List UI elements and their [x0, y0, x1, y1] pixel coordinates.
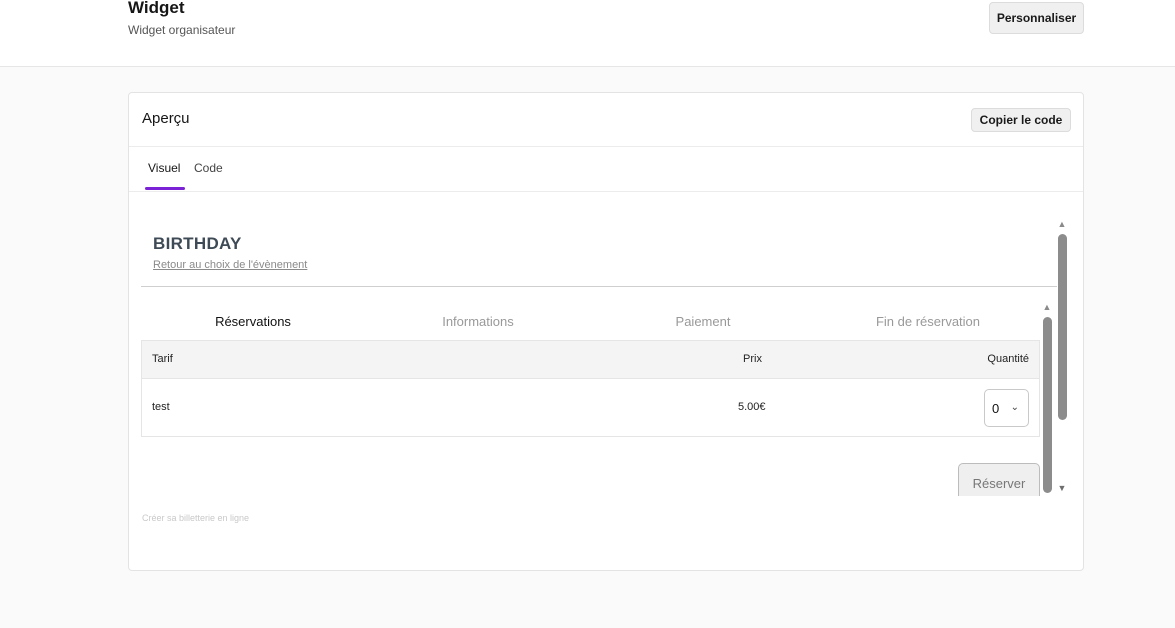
divider — [141, 286, 1057, 287]
card-title: Aperçu — [142, 110, 190, 127]
triangle-up-icon[interactable]: ▲ — [1042, 302, 1052, 312]
page-title: Widget — [128, 0, 185, 17]
preview-card: Aperçu Copier le code Visuel Code BIRTHD… — [128, 92, 1084, 571]
tariff-table: Tarif Prix Quantité test 5.00€ 0 ⌄ — [141, 340, 1040, 437]
page-subtitle: Widget organisateur — [128, 23, 236, 37]
step-paiement: Paiement — [675, 314, 731, 329]
tab-code[interactable]: Code — [194, 161, 223, 175]
tab-visuel[interactable]: Visuel — [148, 161, 180, 175]
step-informations: Informations — [442, 314, 514, 329]
active-tab-indicator — [145, 187, 185, 190]
back-to-events-link[interactable]: Retour au choix de l'évènement — [153, 259, 307, 271]
triangle-up-icon[interactable]: ▲ — [1057, 219, 1067, 229]
step-reservations: Réservations — [215, 314, 291, 329]
column-header-quantite: Quantité — [987, 353, 1029, 365]
row-tariff-price: 5.00€ — [738, 401, 766, 413]
quantity-value: 0 — [992, 401, 1000, 416]
inner-scrollbar-thumb[interactable] — [1043, 317, 1052, 493]
reserve-button[interactable]: Réserver — [958, 463, 1040, 496]
tab-bar: Visuel Code — [129, 147, 1083, 192]
row-tariff-name: test — [152, 401, 170, 413]
event-title: BIRTHDAY — [153, 234, 242, 253]
widget-preview-frame: BIRTHDAY Retour au choix de l'évènement … — [141, 216, 1071, 496]
customize-button[interactable]: Personnaliser — [989, 2, 1084, 34]
quantity-select[interactable]: 0 ⌄ — [984, 389, 1029, 427]
card-header: Aperçu Copier le code — [129, 93, 1083, 147]
step-fin-reservation: Fin de réservation — [875, 314, 981, 329]
triangle-down-icon[interactable]: ▼ — [1057, 483, 1067, 493]
create-ticketing-link[interactable]: Créer sa billetterie en ligne — [142, 513, 249, 523]
table-header: Tarif Prix Quantité — [142, 341, 1039, 379]
chevron-down-icon: ⌄ — [1010, 402, 1019, 413]
outer-scrollbar-thumb[interactable] — [1058, 234, 1067, 420]
column-header-prix: Prix — [743, 353, 762, 365]
top-header: Widget Widget organisateur Personnaliser — [0, 0, 1175, 67]
booking-steps: Réservations Informations Paiement Fin d… — [141, 314, 1041, 334]
copy-code-button[interactable]: Copier le code — [971, 108, 1071, 132]
column-header-tarif: Tarif — [152, 353, 173, 365]
